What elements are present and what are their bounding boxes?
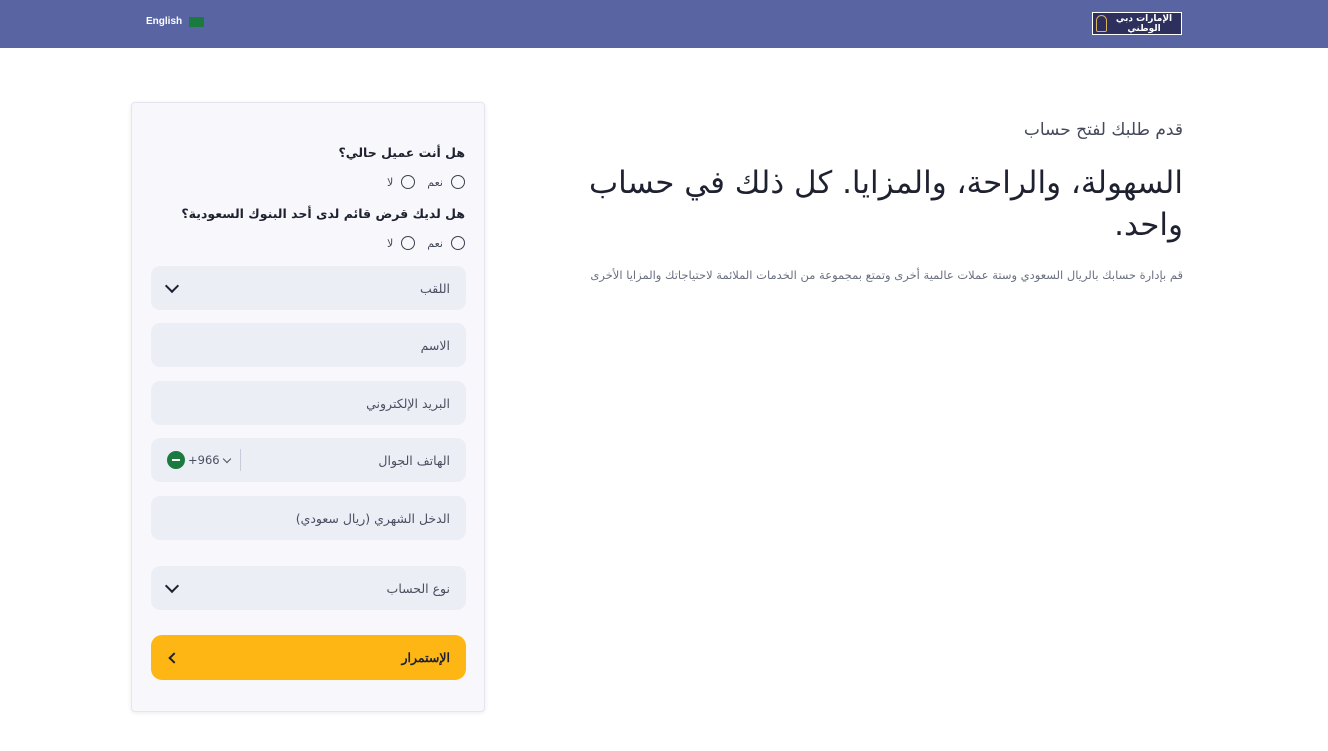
chevron-down-icon xyxy=(164,278,180,294)
bank-logo[interactable]: الإمارات دبي الوطني xyxy=(1092,12,1182,35)
existing-customer-question: هل أنت عميل حالي؟ xyxy=(338,145,465,160)
title-select-label: اللقب xyxy=(419,280,450,296)
hero-description: قم بإدارة حسابك بالريال السعودي وستة عمل… xyxy=(590,268,1183,282)
name-input[interactable]: الاسم xyxy=(151,323,466,367)
account-type-select[interactable]: نوع الحساب xyxy=(151,566,466,610)
saudi-flag-icon xyxy=(189,16,205,27)
top-header: English الإمارات دبي الوطني xyxy=(0,0,1328,48)
mobile-phone-placeholder: الهاتف الجوال xyxy=(378,452,450,468)
monthly-income-input[interactable]: الدخل الشهري (ريال سعودي) xyxy=(151,496,466,540)
existing-customer-options: نعم لا xyxy=(375,175,465,189)
radio-circle-icon[interactable] xyxy=(451,175,465,189)
application-form: هل أنت عميل حالي؟ نعم لا هل لديك قرض قائ… xyxy=(131,102,485,712)
radio-label-yes: نعم xyxy=(427,175,443,189)
language-switcher[interactable]: English xyxy=(146,16,205,27)
logo-text: الإمارات دبي الوطني xyxy=(1115,13,1173,34)
saudi-flag-icon xyxy=(167,451,185,469)
radio-circle-icon[interactable] xyxy=(401,175,416,189)
chevron-down-icon xyxy=(164,578,180,594)
email-input[interactable]: البريد الإلكتروني xyxy=(151,381,466,425)
radio-circle-icon[interactable] xyxy=(401,236,416,250)
existing-customer-no-radio[interactable]: لا xyxy=(387,175,416,189)
name-placeholder: الاسم xyxy=(420,337,450,353)
logo-mark-icon xyxy=(1096,15,1107,32)
mobile-phone-input[interactable]: الهاتف الجوال +966 xyxy=(151,438,466,482)
existing-loan-options: نعم لا xyxy=(375,236,465,250)
existing-loan-question: هل لديك قرض قائم لدى أحد البنوك السعودية… xyxy=(181,206,465,221)
continue-button[interactable]: الإستمرار xyxy=(151,635,466,680)
language-label[interactable]: English xyxy=(146,16,182,27)
radio-label-yes: نعم xyxy=(427,236,443,250)
existing-customer-yes-radio[interactable]: نعم xyxy=(427,175,465,189)
radio-circle-icon[interactable] xyxy=(451,236,465,250)
existing-loan-no-radio[interactable]: لا xyxy=(387,236,416,250)
account-type-label: نوع الحساب xyxy=(386,580,450,596)
hero-section: قدم طلبك لفتح حساب السهولة، والراحة، وال… xyxy=(543,120,1183,282)
chevron-left-icon xyxy=(168,651,180,664)
radio-label-no: لا xyxy=(387,236,394,250)
country-code-select[interactable]: +966 xyxy=(167,449,241,471)
hero-kicker: قدم طلبك لفتح حساب xyxy=(1023,120,1183,140)
country-dial-code: +966 xyxy=(188,453,220,467)
hero-title: السهولة، والراحة، والمزايا. كل ذلك في حس… xyxy=(588,165,1183,243)
existing-loan-yes-radio[interactable]: نعم xyxy=(427,236,465,250)
email-placeholder: البريد الإلكتروني xyxy=(366,395,450,411)
monthly-income-placeholder: الدخل الشهري (ريال سعودي) xyxy=(295,510,450,526)
title-select[interactable]: اللقب xyxy=(151,266,466,310)
continue-button-label: الإستمرار xyxy=(401,651,450,665)
radio-label-no: لا xyxy=(387,175,394,189)
chevron-down-icon xyxy=(222,454,231,463)
